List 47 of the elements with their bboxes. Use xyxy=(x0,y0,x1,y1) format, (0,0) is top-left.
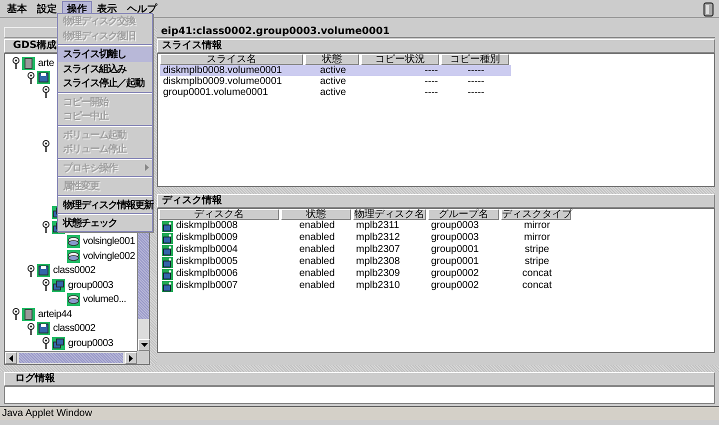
table-cell: diskmplb0004 xyxy=(159,244,281,256)
table-cell-text: enabled xyxy=(298,220,336,232)
table-cell-text: group0003 xyxy=(430,220,480,232)
table-cell-text: mplb2311 xyxy=(355,220,400,232)
table-cell: diskmplb0008 xyxy=(159,220,281,232)
table-cell-text: group0001 xyxy=(430,256,480,268)
table-cell-text: mplb2307 xyxy=(355,244,401,256)
table-cell-text: enabled xyxy=(298,256,336,268)
section-header: ログ情報 xyxy=(4,372,715,386)
table-cell-text: enabled xyxy=(298,280,336,292)
table-cell: diskmplb0008.volume0001 xyxy=(160,65,305,76)
table-cell-text: ----- xyxy=(466,76,486,87)
table-cell-text: concat xyxy=(521,280,553,292)
table-cell-text: enabled xyxy=(298,244,336,256)
table-cell: diskmplb0005 xyxy=(159,256,281,268)
table-cell-text: mplb2308 xyxy=(355,256,401,268)
table-cell-text: mirror xyxy=(522,232,552,244)
table-cell-text: active xyxy=(318,76,348,87)
table-cell-text: enabled xyxy=(298,232,336,244)
table-cell-text: group0001.volume0001 xyxy=(162,87,270,98)
table-cell-text: stripe xyxy=(524,256,550,268)
table-cell: diskmplb0006 xyxy=(159,268,281,280)
table-cell: ----- xyxy=(441,65,511,76)
table-cell-text: mplb2310 xyxy=(355,280,401,292)
section-header: スライス情報 xyxy=(157,39,715,53)
panel-title: eip41:class0002.group0003.volume0001 xyxy=(157,27,715,38)
table-cell-text: stripe xyxy=(524,244,550,256)
table-cell: active xyxy=(305,65,361,76)
table-cell-text: group0001 xyxy=(430,244,480,256)
table-cell-text: active xyxy=(318,87,348,98)
table-cell-text: ----- xyxy=(466,87,486,98)
table-cell-text: mplb2309 xyxy=(355,268,401,280)
table-cell-text: diskmplb0009.volume0001 xyxy=(162,76,283,87)
status-bar: Java Applet Window xyxy=(0,406,719,420)
table-cell: diskmplb0007 xyxy=(159,280,281,292)
table-cell-text: enabled xyxy=(298,268,336,280)
table-cell-text: mplb2312 xyxy=(355,232,401,244)
table-cell-text: ---- xyxy=(424,76,439,87)
table-cell-text: group0002 xyxy=(430,268,480,280)
table-cell-text: concat xyxy=(521,268,553,280)
table-cell-text: group0003 xyxy=(430,232,480,244)
table-cell-text: ---- xyxy=(424,87,439,98)
table-cell-text: group0002 xyxy=(430,280,480,292)
table-cell: diskmplb0009 xyxy=(159,232,281,244)
table-cell-text: mirror xyxy=(522,220,552,232)
table-cell: ---- xyxy=(361,65,441,76)
section-header: ディスク情報 xyxy=(157,194,715,208)
